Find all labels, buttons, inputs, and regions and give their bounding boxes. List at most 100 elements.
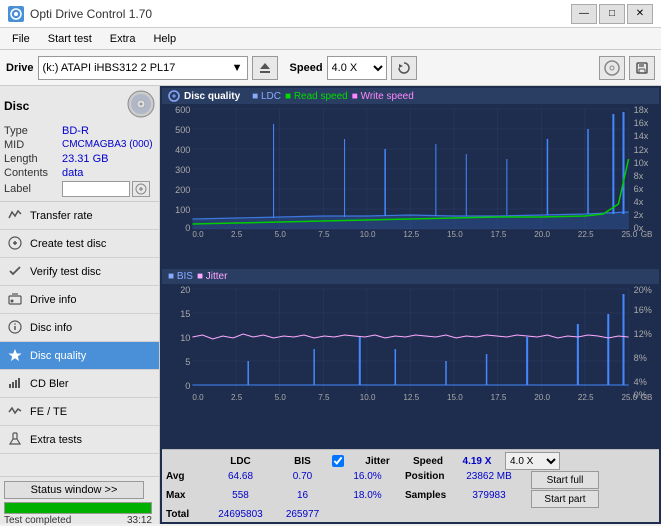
start-full-button[interactable]: Start full [531, 471, 599, 489]
nav-drive-info[interactable]: Drive info [0, 286, 159, 314]
refresh-button[interactable] [391, 56, 417, 80]
disc-contents-row: Contents data [4, 167, 155, 179]
app-icon [8, 6, 24, 22]
status-window-button[interactable]: Status window >> [4, 481, 144, 499]
jitter-max: 18.0% [332, 490, 403, 508]
status-bar: Status window >> Test completed 33:12 [0, 476, 159, 524]
speed-select[interactable]: 4.0 X6.0 X8.0 X [505, 452, 560, 470]
nav-verify-test-disc[interactable]: Verify test disc [0, 258, 159, 286]
svg-text:5.0: 5.0 [275, 230, 287, 239]
window-controls: — □ ✕ [571, 4, 653, 24]
disc-label-row: Label [4, 181, 155, 197]
svg-text:12x: 12x [634, 145, 649, 155]
toolbar: Drive (k:) ATAPI iHBS312 2 PL17 ▼ Speed … [0, 50, 661, 86]
svg-text:17.5: 17.5 [491, 393, 507, 402]
ldc-avg: 64.68 [208, 471, 273, 489]
right-panel: Disc quality ■ LDC ■ Read speed ■ Write … [160, 86, 661, 524]
stats-max-row: Max 558 16 18.0% Samples 379983 Start pa… [166, 490, 655, 508]
nav-disc-info[interactable]: Disc info [0, 314, 159, 342]
svg-text:0: 0 [185, 381, 190, 391]
maximize-button[interactable]: □ [599, 4, 625, 24]
bis-col-header: BIS [275, 456, 330, 467]
minimize-button[interactable]: — [571, 4, 597, 24]
stats-total-row: Total 24695803 265977 [166, 509, 655, 520]
svg-text:8%: 8% [634, 353, 647, 363]
menu-extra[interactable]: Extra [102, 29, 144, 49]
svg-text:100: 100 [175, 205, 190, 215]
disc-section: Disc Type BD-R MID CMCMAGBA3 (000) Lengt… [0, 86, 159, 202]
svg-text:2.5: 2.5 [231, 393, 243, 402]
bis-avg: 0.70 [275, 471, 330, 489]
transfer-rate-icon [8, 208, 24, 224]
speed-dropdown[interactable]: 1.0 X2.0 X4.0 X6.0 X8.0 X [327, 56, 387, 80]
speed-label: Speed [290, 62, 323, 74]
svg-text:15.0: 15.0 [447, 393, 463, 402]
disc-icon [127, 90, 155, 121]
jitter-col-header: Jitter [350, 456, 405, 467]
progress-bar [4, 502, 152, 514]
svg-text:12.5: 12.5 [403, 393, 419, 402]
svg-text:400: 400 [175, 145, 190, 155]
svg-text:16x: 16x [634, 118, 649, 128]
svg-text:GB: GB [641, 393, 653, 402]
disc-mid-row: MID CMCMAGBA3 (000) [4, 139, 155, 151]
nav-cd-bler[interactable]: CD Bler [0, 370, 159, 398]
svg-text:5.0: 5.0 [275, 393, 287, 402]
disc-type-row: Type BD-R [4, 125, 155, 137]
disc-length-row: Length 23.31 GB [4, 153, 155, 165]
stats-avg-row: Avg 64.68 0.70 16.0% Position 23862 MB S… [166, 471, 655, 489]
samples-value: 379983 [449, 490, 529, 508]
nav-extra-tests[interactable]: Extra tests [0, 426, 159, 454]
svg-text:18x: 18x [634, 105, 649, 115]
svg-text:17.5: 17.5 [491, 230, 507, 239]
create-disc-icon [8, 236, 24, 252]
nav-transfer-rate[interactable]: Transfer rate [0, 202, 159, 230]
svg-text:4x: 4x [634, 197, 644, 207]
chart2-area: 20 15 10 5 0 20% 16% 12% 8% 4% 0% 0.0 2.… [162, 284, 659, 449]
write-legend: ■ Write speed [352, 91, 414, 102]
svg-text:25.0: 25.0 [621, 393, 637, 402]
titlebar: Opti Drive Control 1.70 — □ ✕ [0, 0, 661, 28]
extra-tests-icon [8, 432, 24, 448]
menu-help[interactable]: Help [145, 29, 184, 49]
start-part-button[interactable]: Start part [531, 490, 599, 508]
menubar: File Start test Extra Help [0, 28, 661, 50]
left-panel: Disc Type BD-R MID CMCMAGBA3 (000) Lengt… [0, 86, 160, 524]
svg-text:15.0: 15.0 [447, 230, 463, 239]
stats-section: LDC BIS Jitter Speed 4.19 X 4.0 X6.0 X8.… [162, 449, 659, 522]
svg-text:200: 200 [175, 185, 190, 195]
cd-bler-icon [8, 376, 24, 392]
svg-text:10.0: 10.0 [360, 393, 376, 402]
svg-text:8x: 8x [634, 171, 644, 181]
nav-fe-te[interactable]: FE / TE [0, 398, 159, 426]
disc-icon-button[interactable] [599, 56, 625, 80]
disc-label-input[interactable] [62, 181, 130, 197]
drive-dropdown[interactable]: (k:) ATAPI iHBS312 2 PL17 ▼ [38, 56, 248, 80]
position-value: 23862 MB [449, 471, 529, 489]
save-button[interactable] [629, 56, 655, 80]
svg-text:0.0: 0.0 [192, 393, 204, 402]
disc-quality-icon [8, 348, 24, 364]
read-legend: ■ Read speed [285, 91, 348, 102]
bis-total: 265977 [275, 509, 330, 520]
eject-button[interactable] [252, 56, 278, 80]
bis-max: 16 [275, 490, 330, 508]
nav-disc-quality[interactable]: Disc quality [0, 342, 159, 370]
svg-text:600: 600 [175, 105, 190, 115]
menu-file[interactable]: File [4, 29, 38, 49]
jitter-checkbox[interactable] [332, 455, 344, 467]
svg-text:20%: 20% [634, 285, 652, 295]
position-label: Position [405, 471, 447, 489]
close-button[interactable]: ✕ [627, 4, 653, 24]
menu-start-test[interactable]: Start test [40, 29, 100, 49]
speed-value: 4.19 X [451, 456, 503, 467]
svg-text:7.5: 7.5 [318, 393, 330, 402]
svg-text:22.5: 22.5 [578, 393, 594, 402]
nav-create-test-disc[interactable]: Create test disc [0, 230, 159, 258]
disc-label-browse-button[interactable] [132, 181, 150, 197]
svg-text:10.0: 10.0 [360, 230, 376, 239]
disc-info-icon [8, 320, 24, 336]
samples-label: Samples [405, 490, 447, 508]
avg-label: Avg [166, 471, 206, 489]
svg-text:22.5: 22.5 [578, 230, 594, 239]
